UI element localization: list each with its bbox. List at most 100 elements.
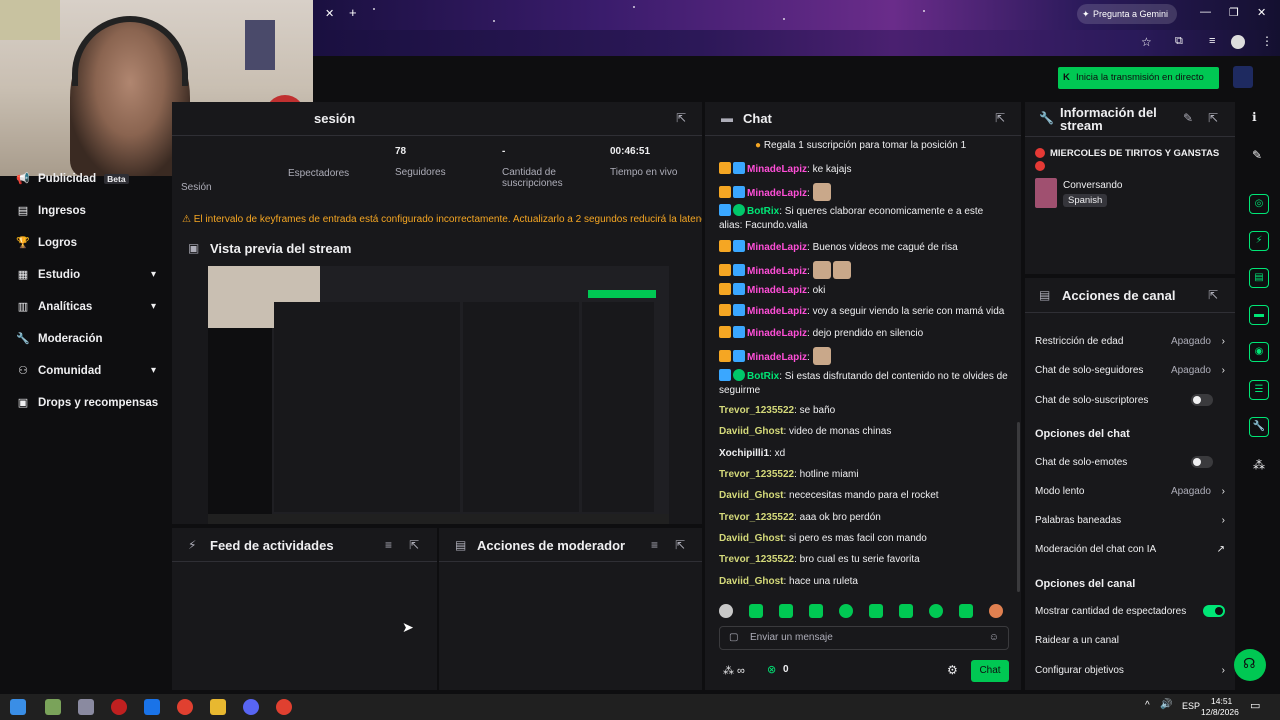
chat-settings-icon[interactable]: ⚙	[947, 663, 958, 677]
chat-username[interactable]: BotRix	[747, 206, 779, 217]
followers-only-row[interactable]: Chat de solo-seguidores Apagado ›	[1035, 365, 1225, 376]
chat-username[interactable]: Trevor_1235522	[719, 512, 794, 523]
rail-more-icon[interactable]: ⁂	[1253, 458, 1265, 472]
emote-menu-icon[interactable]: ⁂ ∞	[723, 664, 745, 677]
rail-wrench-icon[interactable]: 🔧	[1249, 417, 1269, 437]
ai-moderation-row[interactable]: Moderación del chat con IA ↗	[1035, 544, 1225, 555]
rail-lightning-icon[interactable]: ⚡	[1249, 231, 1269, 251]
nav-drops[interactable]: ▣ Drops y recompensas	[16, 396, 166, 410]
support-button[interactable]: ☊	[1234, 649, 1266, 681]
nav-analiticas[interactable]: ▥ Analíticas ▾	[16, 300, 166, 314]
emoji-icon[interactable]: ☺	[989, 627, 999, 649]
language-indicator[interactable]: ESP	[1182, 701, 1200, 711]
popout-icon[interactable]: ⇱	[675, 538, 685, 552]
filter-icon[interactable]: ≡	[385, 538, 392, 552]
tray-chevron-icon[interactable]: ^	[1145, 700, 1150, 711]
chrome-icon[interactable]	[276, 699, 292, 715]
chat-username[interactable]: MinadeLapiz	[747, 266, 807, 277]
nav-logros[interactable]: 🏆 Logros	[16, 236, 166, 250]
new-tab-icon[interactable]: +	[349, 5, 357, 20]
browser-menu-icon[interactable]: ⋮	[1261, 34, 1273, 48]
address-bar[interactable]: ☆ ⧉ ≡ ⋮	[313, 30, 1280, 56]
maximize-icon[interactable]: ❐	[1229, 6, 1239, 19]
chat-send-button[interactable]: Chat	[971, 660, 1009, 682]
banned-words-row[interactable]: Palabras baneadas ›	[1035, 515, 1225, 526]
chat-username[interactable]: MinadeLapiz	[747, 352, 807, 363]
chat-username[interactable]: MinadeLapiz	[747, 285, 807, 296]
emote-icon[interactable]	[929, 604, 943, 618]
emote-icon[interactable]	[989, 604, 1003, 618]
chat-username[interactable]: MinadeLapiz	[747, 164, 807, 175]
notifications-icon[interactable]: ▭	[1250, 699, 1260, 712]
popout-icon[interactable]: ⇱	[676, 111, 686, 125]
chat-username[interactable]: Daviid_Ghost	[719, 490, 783, 501]
emote-icon[interactable]	[719, 604, 733, 618]
minimize-icon[interactable]: —	[1200, 6, 1211, 18]
emotes-only-toggle[interactable]	[1191, 456, 1213, 468]
media-icon[interactable]: ≡	[1209, 35, 1215, 47]
user-avatar[interactable]	[1233, 66, 1253, 88]
app-icon[interactable]	[144, 699, 160, 715]
popout-icon[interactable]: ⇱	[1208, 288, 1218, 302]
rail-target-icon[interactable]: ◎	[1249, 194, 1269, 214]
edit-icon[interactable]: ✎	[1183, 111, 1193, 125]
age-restriction-row[interactable]: Restricción de edad Apagado ›	[1035, 336, 1225, 347]
nav-publicidad[interactable]: 📢 Publicidad Beta	[16, 172, 166, 185]
chat-username[interactable]: Trevor_1235522	[719, 405, 794, 416]
emote-icon[interactable]	[749, 604, 763, 618]
chat-input[interactable]: ▢ Enviar un mensaje ☺	[719, 626, 1009, 650]
nav-moderacion[interactable]: 🔧 Moderación	[16, 332, 166, 346]
volume-icon[interactable]: 🔊	[1160, 699, 1172, 710]
gift-sub-banner[interactable]: ● Regala 1 suscripción para tomar la pos…	[755, 140, 966, 151]
chat-username[interactable]: Trevor_1235522	[719, 554, 794, 565]
folder-icon[interactable]	[210, 699, 226, 715]
chat-username[interactable]: Daviid_Ghost	[719, 576, 783, 587]
emote-icon[interactable]	[839, 604, 853, 618]
emote-icon[interactable]	[959, 604, 973, 618]
chat-username[interactable]: Daviid_Ghost	[719, 426, 783, 437]
emote-icon[interactable]	[899, 604, 913, 618]
rail-clipboard-icon[interactable]: ▤	[1249, 268, 1269, 288]
windows-start-icon[interactable]	[10, 699, 26, 715]
go-live-button[interactable]: K Inicia la transmisión en directo	[1058, 67, 1219, 89]
obs-icon[interactable]	[111, 699, 127, 715]
info-icon[interactable]: ℹ	[1252, 110, 1257, 124]
raid-row[interactable]: Raidear a un canal	[1035, 635, 1225, 646]
chat-username[interactable]: MinadeLapiz	[747, 306, 807, 317]
filter-icon[interactable]: ≡	[651, 538, 658, 552]
pencil-icon[interactable]: ✎	[1252, 148, 1262, 162]
goals-row[interactable]: Configurar objetivos ›	[1035, 665, 1225, 676]
popout-icon[interactable]: ⇱	[1208, 111, 1218, 125]
gemini-button[interactable]: ✦ Pregunta a Gemini	[1077, 4, 1177, 24]
extensions-icon[interactable]: ⧉	[1175, 35, 1183, 48]
chat-username[interactable]: MinadeLapiz	[747, 188, 807, 199]
rail-list-icon[interactable]: ☰	[1249, 380, 1269, 400]
chat-scrollbar[interactable]	[1017, 422, 1020, 592]
discord-icon[interactable]	[243, 699, 259, 715]
rail-chat-icon[interactable]: ▬	[1249, 305, 1269, 325]
emote-icon[interactable]	[869, 604, 883, 618]
bookmark-star-icon[interactable]: ☆	[1141, 35, 1152, 49]
emote-icon[interactable]	[779, 604, 793, 618]
chat-username[interactable]: MinadeLapiz	[747, 328, 807, 339]
nav-comunidad[interactable]: ⚇ Comunidad ▾	[16, 364, 166, 378]
app-icon[interactable]	[78, 699, 94, 715]
chat-username[interactable]: Trevor_1235522	[719, 469, 794, 480]
slow-mode-row[interactable]: Modo lento Apagado ›	[1035, 486, 1225, 497]
nav-estudio[interactable]: ▦ Estudio ▾	[16, 268, 166, 282]
popout-icon[interactable]: ⇱	[409, 538, 419, 552]
rail-broadcast-icon[interactable]: ◉	[1249, 342, 1269, 362]
chrome-icon[interactable]	[177, 699, 193, 715]
subscribers-only-toggle[interactable]	[1191, 394, 1213, 406]
nav-ingresos[interactable]: ▤ Ingresos	[16, 204, 166, 218]
close-tab-icon[interactable]: ✕	[325, 7, 334, 20]
stream-preview-video[interactable]	[208, 266, 669, 524]
emote-icon[interactable]	[809, 604, 823, 618]
profile-avatar[interactable]	[1231, 35, 1245, 49]
chat-username[interactable]: MinadeLapiz	[747, 242, 807, 253]
app-icon[interactable]	[45, 699, 61, 715]
viewer-count-toggle[interactable]	[1203, 605, 1225, 617]
chat-username[interactable]: Xochipilli1	[719, 448, 769, 459]
chat-username[interactable]: BotRix	[747, 371, 779, 382]
chat-username[interactable]: Daviid_Ghost	[719, 533, 783, 544]
